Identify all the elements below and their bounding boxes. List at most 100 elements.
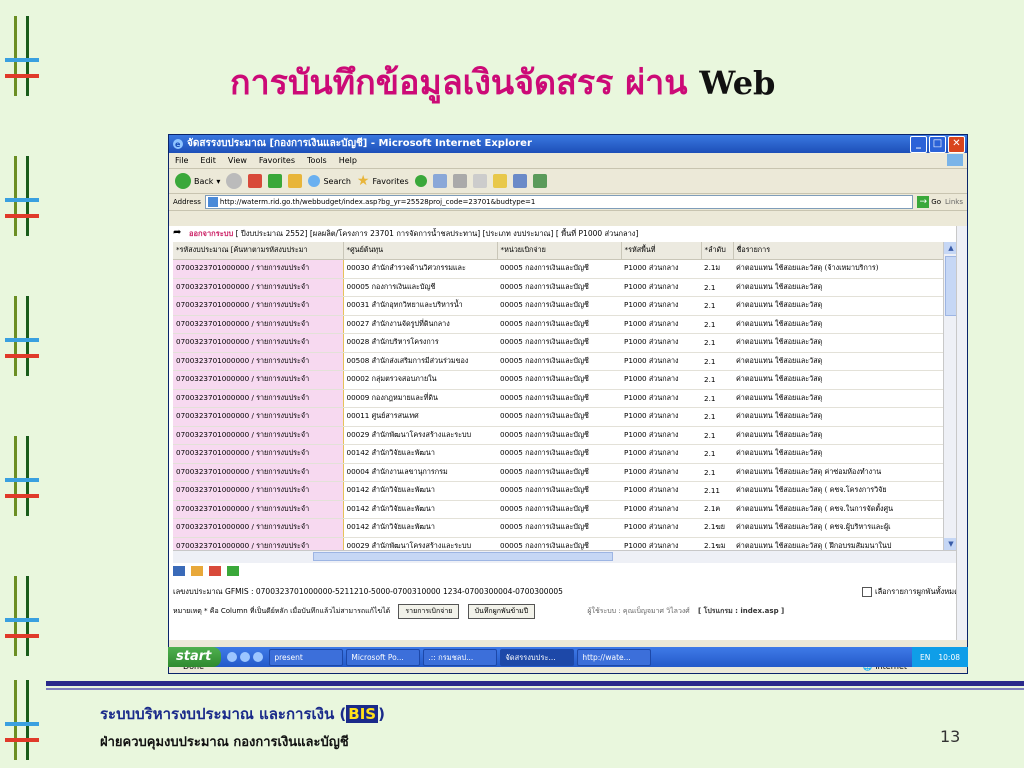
- table-row[interactable]: 0700323701000000 / รายการงบประจำ 00142 สำ…: [173, 444, 943, 464]
- select-all-commit[interactable]: เลือกรายการผูกพันทั้งหมด: [862, 586, 959, 598]
- table-cell[interactable]: 00005 กองการเงินและบัญชี: [497, 296, 621, 316]
- table-cell[interactable]: 0700323701000000 / รายการงบประจำ: [173, 352, 343, 371]
- table-cell[interactable]: P1000 ส่วนกลาง: [621, 333, 701, 353]
- edit-icon[interactable]: [472, 174, 487, 188]
- table-cell[interactable]: 00028 สำนักบริหารโครงการ: [342, 333, 497, 353]
- ie-quicklaunch-icon[interactable]: [227, 652, 238, 662]
- task-present[interactable]: present: [269, 648, 344, 666]
- table-cell[interactable]: ค่าตอบแทน ใช้สอยและวัสดุ: [733, 389, 943, 408]
- table-cell[interactable]: ค่าตอบแทน ใช้สอยและวัสดุ: [733, 352, 943, 371]
- table-cell[interactable]: 0700323701000000 / รายการงบประจำ: [173, 333, 343, 353]
- table-cell[interactable]: ค่าตอบแทน ใช้สอยและวัสดุ: [733, 333, 943, 353]
- favorites-button[interactable]: ★ Favorites: [357, 173, 409, 189]
- table-cell[interactable]: 00009 กองกฎหมายและที่ดิน: [342, 389, 497, 408]
- task-budget[interactable]: จัดสรรงบประ...: [500, 648, 575, 666]
- table-cell[interactable]: 00005 กองการเงินและบัญชี: [497, 463, 621, 482]
- table-cell[interactable]: 00005 กองการเงินและบัญชี: [497, 259, 621, 279]
- table-cell[interactable]: 00029 สำนักพัฒนาโครงสร้างและระบบ: [342, 537, 497, 550]
- table-row[interactable]: 0700323701000000 / รายการงบประจำ 00009 กอ…: [173, 389, 943, 408]
- col-disburse-unit[interactable]: *หน่วยเบิกจ่าย: [497, 242, 622, 260]
- table-row[interactable]: 0700323701000000 / รายการงบประจำ 00508 สำ…: [173, 352, 943, 371]
- table-cell[interactable]: ค่าตอบแทน ใช้สอยและวัสดุ: [733, 315, 943, 334]
- table-cell[interactable]: 2.11: [701, 481, 733, 501]
- table-cell[interactable]: 0700323701000000 / รายการงบประจำ: [173, 481, 343, 501]
- table-cell[interactable]: 2.1ฆม: [701, 537, 733, 550]
- table-row[interactable]: 0700323701000000 / รายการงบประจำ 00031 สำ…: [173, 296, 943, 316]
- table-cell[interactable]: P1000 ส่วนกลาง: [621, 537, 701, 550]
- disbursement-button[interactable]: รายการเบิกจ่าย: [398, 604, 460, 619]
- close-button[interactable]: ✕: [948, 136, 965, 153]
- table-cell[interactable]: 2.1: [701, 463, 733, 482]
- table-cell[interactable]: 00142 สำนักวิจัยและพัฒนา: [342, 500, 497, 519]
- table-cell[interactable]: 0700323701000000 / รายการงบประจำ: [173, 278, 343, 297]
- table-cell[interactable]: 00027 สำนักงานจัดรูปที่ดินกลาง: [342, 315, 497, 334]
- col-budget-code[interactable]: *รหัสงบประมาณ [ค้นหาตามรหัสงบประมา: [173, 242, 344, 260]
- table-row[interactable]: 0700323701000000 / รายการงบประจำ 00029 สำ…: [173, 426, 943, 445]
- table-cell[interactable]: P1000 ส่วนกลาง: [621, 278, 701, 297]
- menu-view[interactable]: View: [228, 153, 247, 168]
- table-cell[interactable]: P1000 ส่วนกลาง: [621, 370, 701, 390]
- table-cell[interactable]: 0700323701000000 / รายการงบประจำ: [173, 389, 343, 408]
- table-cell[interactable]: P1000 ส่วนกลาง: [621, 296, 701, 316]
- table-cell[interactable]: P1000 ส่วนกลาง: [621, 463, 701, 482]
- forward-button[interactable]: [226, 173, 243, 189]
- table-cell[interactable]: 00005 กองการเงินและบัญชี: [342, 278, 497, 297]
- table-cell[interactable]: 2.1ฅ: [701, 500, 733, 519]
- table-row[interactable]: 0700323701000000 / รายการงบประจำ 00142 สำ…: [173, 518, 943, 538]
- table-cell[interactable]: 2.1: [701, 315, 733, 334]
- table-cell[interactable]: 00002 กลุ่มตรวจสอบภายใน: [342, 370, 497, 390]
- table-cell[interactable]: 00031 สำนักอุทกวิทยาและบริหารน้ำ: [342, 296, 497, 316]
- print-icon[interactable]: [452, 174, 467, 188]
- table-cell[interactable]: 2.1: [701, 426, 733, 445]
- col-area-code[interactable]: *รหัสพื้นที่: [621, 242, 702, 260]
- logout-link[interactable]: ออกจากระบบ: [189, 229, 233, 238]
- commit-carryover-button[interactable]: บันทึกผูกพันข้ามปี: [467, 604, 536, 619]
- col-cost-center[interactable]: *ศูนย์ต้นทุน: [343, 242, 498, 260]
- table-cell[interactable]: ค่าตอบแทน ใช้สอยและวัสดุ: [733, 444, 943, 464]
- table-cell[interactable]: P1000 ส่วนกลาง: [621, 389, 701, 408]
- table-cell[interactable]: 2.1ม: [701, 259, 733, 279]
- table-cell[interactable]: 00005 กองการเงินและบัญชี: [497, 500, 621, 519]
- language-indicator[interactable]: EN: [920, 653, 930, 662]
- table-cell[interactable]: 00005 กองการเงินและบัญชี: [497, 333, 621, 353]
- table-cell[interactable]: P1000 ส่วนกลาง: [621, 426, 701, 445]
- table-cell[interactable]: ค่าตอบแทน ใช้สอยและวัสดุ: [733, 278, 943, 297]
- table-cell[interactable]: 00005 กองการเงินและบัญชี: [497, 352, 621, 371]
- refresh-icon[interactable]: [268, 174, 283, 188]
- table-cell[interactable]: 00508 สำนักส่งเสริมการมีส่วนร่วมของ: [342, 352, 497, 371]
- table-cell[interactable]: 0700323701000000 / รายการงบประจำ: [173, 315, 343, 334]
- links-button[interactable]: Links: [945, 198, 963, 206]
- table-cell[interactable]: 2.1: [701, 407, 733, 427]
- table-cell[interactable]: ค่าตอบแทน ใช้สอยและวัสดุ: [733, 370, 943, 390]
- col-order[interactable]: *ลำดับ: [701, 242, 734, 260]
- hscroll-thumb[interactable]: [313, 552, 613, 561]
- table-cell[interactable]: 2.1: [701, 389, 733, 408]
- table-cell[interactable]: P1000 ส่วนกลาง: [621, 315, 701, 334]
- table-cell[interactable]: P1000 ส่วนกลาง: [621, 481, 701, 501]
- menu-favorites[interactable]: Favorites: [259, 153, 295, 168]
- table-cell[interactable]: 0700323701000000 / รายการงบประจำ: [173, 444, 343, 464]
- table-cell[interactable]: 0700323701000000 / รายการงบประจำ: [173, 463, 343, 482]
- table-cell[interactable]: 2.1: [701, 352, 733, 371]
- menu-edit[interactable]: Edit: [200, 153, 216, 168]
- menu-tools[interactable]: Tools: [307, 153, 327, 168]
- stop-icon[interactable]: [248, 174, 263, 188]
- back-button[interactable]: Back ▾: [175, 173, 220, 189]
- table-cell[interactable]: 00011 ศูนย์สารสนเทศ: [342, 407, 497, 427]
- discuss-icon[interactable]: [512, 174, 527, 188]
- table-cell[interactable]: 0700323701000000 / รายการงบประจำ: [173, 537, 343, 550]
- table-cell[interactable]: ค่าตอบแทน ใช้สอยและวัสดุ (จ้างเหมาบริการ…: [733, 259, 943, 279]
- table-cell[interactable]: 00005 กองการเงินและบัญชี: [497, 537, 621, 550]
- messenger-icon[interactable]: [532, 174, 547, 188]
- task-powerpoint[interactable]: Microsoft Po...: [346, 648, 421, 666]
- start-button[interactable]: start: [168, 647, 222, 667]
- table-cell[interactable]: 0700323701000000 / รายการงบประจำ: [173, 370, 343, 390]
- menu-help[interactable]: Help: [339, 153, 357, 168]
- table-cell[interactable]: 2.1: [701, 296, 733, 316]
- table-cell[interactable]: 00005 กองการเงินและบัญชี: [497, 481, 621, 501]
- table-cell[interactable]: P1000 ส่วนกลาง: [621, 518, 701, 538]
- table-cell[interactable]: 00030 สำนักสำรวจด้านวิศวกรรมและ: [342, 259, 497, 279]
- table-cell[interactable]: 00142 สำนักวิจัยและพัฒนา: [342, 518, 497, 538]
- table-cell[interactable]: ค่าตอบแทน ใช้สอยและวัสดุ: [733, 426, 943, 445]
- table-row[interactable]: 0700323701000000 / รายการงบประจำ 00028 สำ…: [173, 333, 943, 353]
